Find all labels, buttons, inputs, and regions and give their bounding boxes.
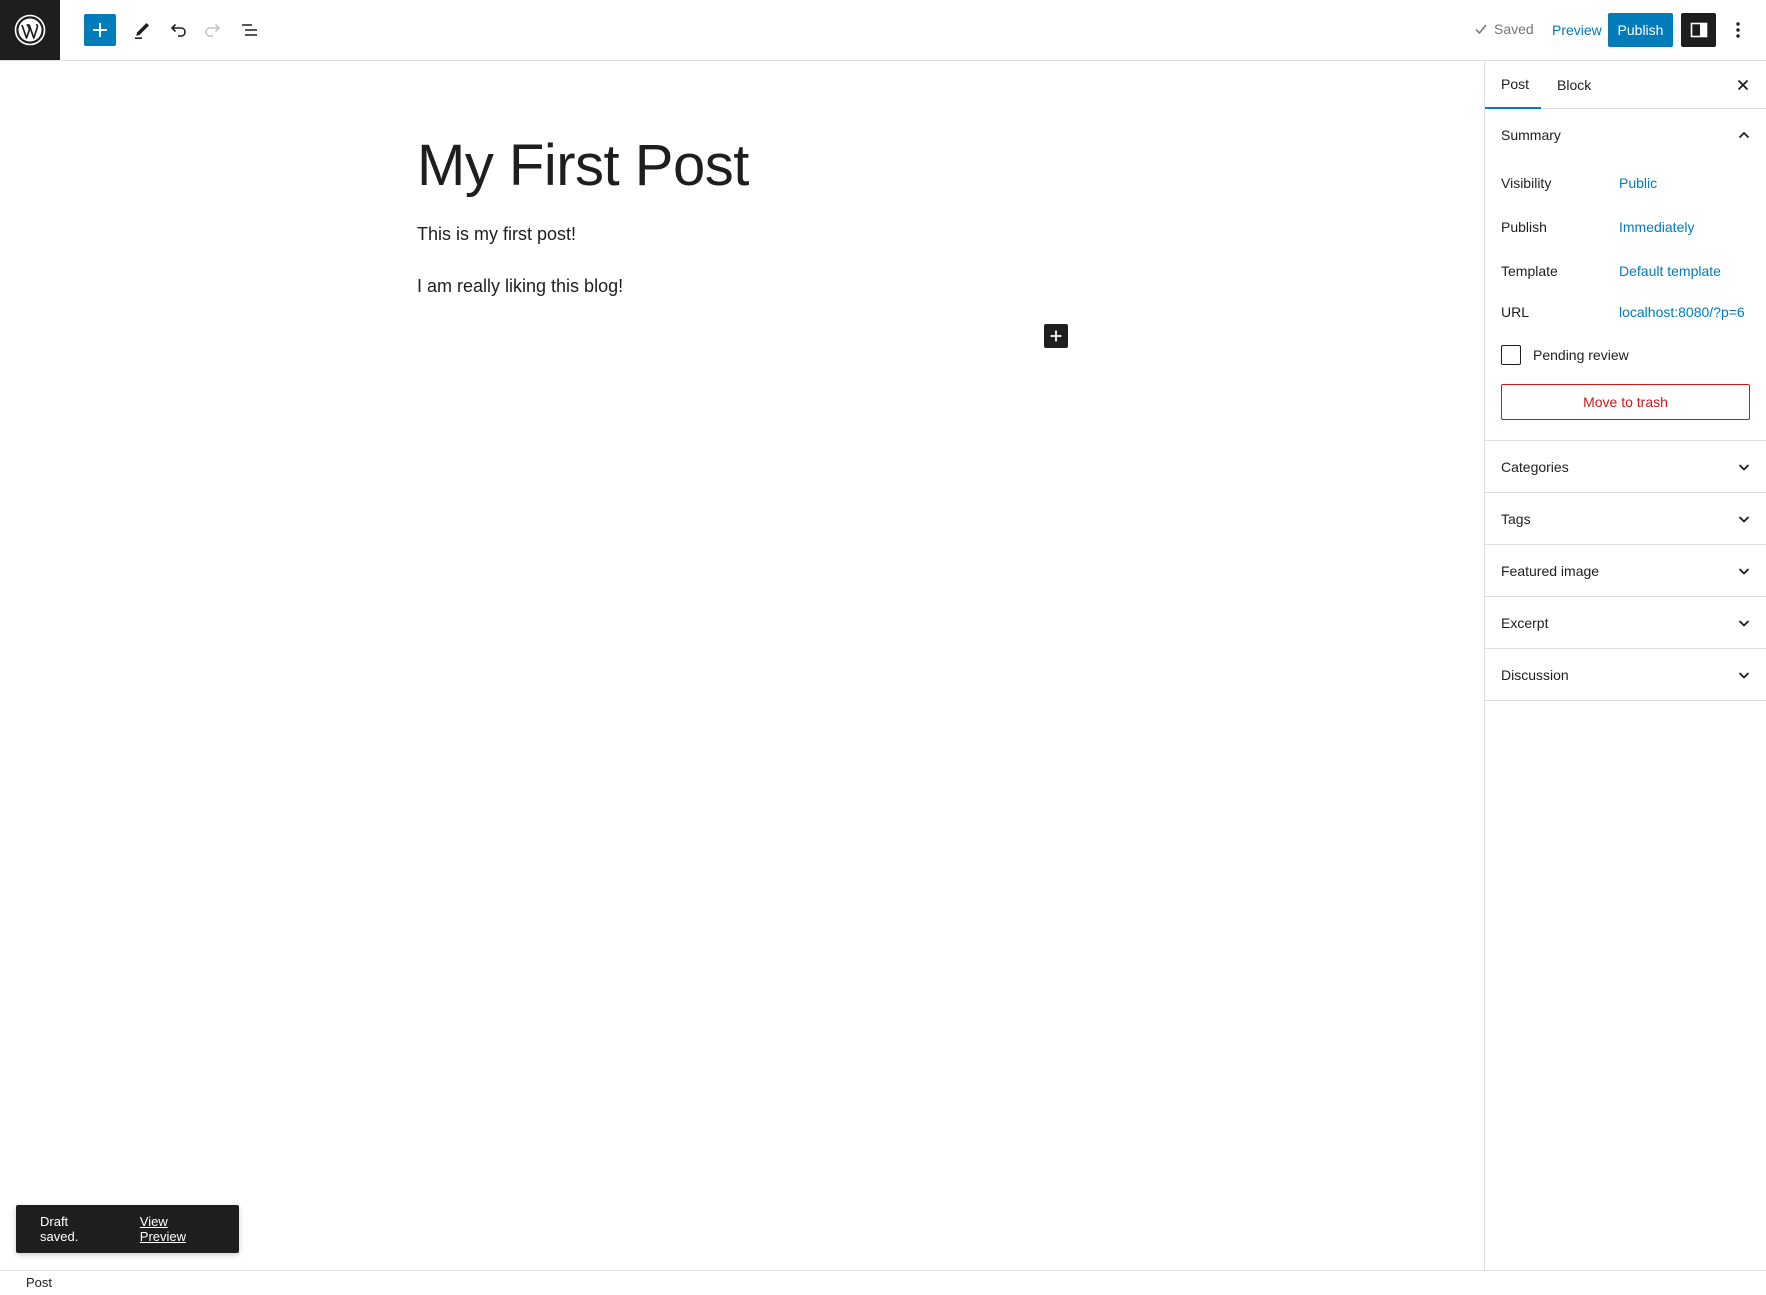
close-sidebar-button[interactable] <box>1727 69 1759 101</box>
pending-review-checkbox[interactable] <box>1501 345 1521 365</box>
breadcrumb[interactable]: Post <box>26 1275 52 1290</box>
block-appender-button[interactable] <box>1044 324 1068 348</box>
sidebar-toggle-icon <box>1690 22 1707 38</box>
featured-image-panel-title: Featured image <box>1501 562 1600 579</box>
tab-block[interactable]: Block <box>1541 61 1607 109</box>
url-value-button[interactable]: localhost:8080/?p=6 <box>1619 304 1745 320</box>
pencil-icon <box>135 23 149 39</box>
saved-indicator: Saved <box>1474 21 1534 37</box>
chevron-down-icon <box>1738 567 1750 575</box>
wordpress-logo-icon <box>14 14 46 46</box>
check-icon <box>1475 24 1487 35</box>
snackbar-notice: Draft saved. View Preview <box>16 1205 239 1253</box>
list-view-icon <box>242 24 257 36</box>
undo-button[interactable] <box>162 14 194 46</box>
editor-footer: Post <box>0 1270 1766 1295</box>
view-preview-link[interactable]: View Preview <box>140 1214 215 1244</box>
pending-review-label: Pending review <box>1533 347 1629 363</box>
chevron-down-icon <box>1738 671 1750 679</box>
categories-panel-toggle[interactable]: Categories <box>1485 441 1766 493</box>
publish-date-label: Publish <box>1501 219 1547 235</box>
redo-button[interactable] <box>197 14 229 46</box>
paragraph-block[interactable]: This is my first post! <box>417 222 576 247</box>
pending-review-toggle[interactable]: Pending review <box>1501 345 1629 365</box>
chevron-up-icon <box>1738 131 1750 139</box>
snackbar-message: Draft saved. <box>40 1214 79 1244</box>
paragraph-block[interactable]: I am really liking this blog! <box>417 274 623 299</box>
list-view-button[interactable] <box>234 14 266 46</box>
settings-sidebar: Post Block Summary Visibility Public Pub… <box>1484 61 1766 1270</box>
sidebar-tabs: Post Block <box>1485 61 1766 109</box>
settings-toggle-button[interactable] <box>1681 13 1716 47</box>
summary-panel: Summary Visibility Public Publish Immedi… <box>1485 109 1766 441</box>
publish-date-button[interactable]: Immediately <box>1619 219 1694 235</box>
excerpt-panel-toggle[interactable]: Excerpt <box>1485 597 1766 649</box>
move-to-trash-button[interactable]: Move to trash <box>1501 384 1750 420</box>
wordpress-logo-button[interactable] <box>0 0 60 60</box>
tab-post[interactable]: Post <box>1485 61 1541 109</box>
plus-icon <box>93 23 107 37</box>
plus-icon <box>1050 330 1062 342</box>
undo-icon <box>170 23 186 37</box>
discussion-panel-title: Discussion <box>1501 666 1569 683</box>
options-menu-button[interactable] <box>1722 14 1754 46</box>
editor-canvas: My First Post This is my first post! I a… <box>0 61 1484 1270</box>
tools-button[interactable] <box>126 14 158 46</box>
chevron-down-icon <box>1738 619 1750 627</box>
close-icon <box>1737 79 1749 91</box>
excerpt-panel-title: Excerpt <box>1501 614 1549 631</box>
redo-icon <box>205 23 221 37</box>
featured-image-panel-toggle[interactable]: Featured image <box>1485 545 1766 597</box>
tags-panel-title: Tags <box>1501 510 1531 527</box>
chevron-down-icon <box>1738 463 1750 471</box>
discussion-panel-toggle[interactable]: Discussion <box>1485 649 1766 701</box>
saved-label: Saved <box>1494 21 1534 37</box>
visibility-value-button[interactable]: Public <box>1619 175 1657 191</box>
add-block-button[interactable] <box>84 14 116 46</box>
editor-header: Saved Preview Publish <box>0 0 1766 61</box>
more-vertical-icon <box>1736 22 1740 38</box>
tags-panel-toggle[interactable]: Tags <box>1485 493 1766 545</box>
publish-button[interactable]: Publish <box>1608 13 1673 47</box>
template-value-button[interactable]: Default template <box>1619 263 1721 279</box>
preview-button[interactable]: Preview <box>1540 14 1614 46</box>
visibility-label: Visibility <box>1501 175 1552 191</box>
template-label: Template <box>1501 263 1558 279</box>
url-label: URL <box>1501 304 1530 320</box>
summary-panel-title: Summary <box>1501 127 1561 143</box>
chevron-down-icon <box>1738 515 1750 523</box>
summary-panel-toggle[interactable]: Summary <box>1485 109 1766 161</box>
categories-panel-title: Categories <box>1501 458 1569 475</box>
post-title[interactable]: My First Post <box>417 131 749 201</box>
